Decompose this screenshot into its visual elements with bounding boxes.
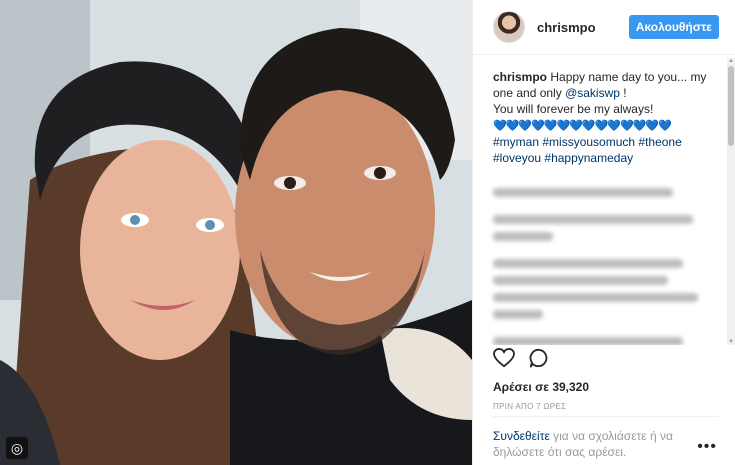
more-options-icon[interactable]: •••	[697, 438, 717, 456]
caption-text-end: !	[623, 86, 627, 100]
post-caption: chrismpo Happy name day to you... my one…	[493, 69, 721, 166]
scrollbar-thumb[interactable]	[728, 66, 734, 146]
photo-illustration	[0, 0, 472, 465]
hearts-emoji-row: 💙💙💙💙💙💙💙💙💙💙💙💙💙💙	[493, 120, 672, 132]
heart-icon[interactable]	[493, 348, 515, 368]
hashtag-link[interactable]: #theone	[638, 135, 681, 149]
post-photo[interactable]: ◎	[0, 0, 472, 465]
username-link[interactable]: chrismpo	[537, 20, 629, 35]
scroll-up-icon[interactable]: ▲	[727, 58, 735, 64]
mention-link[interactable]: @sakiswp	[565, 86, 620, 100]
likes-count[interactable]: Αρέσει σε 39,320	[493, 380, 589, 394]
comments-scrollbar[interactable]: ▲ ▼	[727, 58, 735, 345]
login-link[interactable]: Συνδεθείτε	[493, 429, 550, 443]
caption-username[interactable]: chrismpo	[493, 70, 547, 84]
hashtag-link[interactable]: #happynameday	[544, 151, 633, 165]
instagram-icon: ◎	[6, 437, 28, 459]
hashtag-link[interactable]: #loveyou	[493, 151, 541, 165]
comment-icon[interactable]	[529, 348, 549, 368]
hashtag-link[interactable]: #missyousomuch	[542, 135, 635, 149]
comments-section: chrismpo Happy name day to you... my one…	[473, 55, 735, 345]
scroll-down-icon[interactable]: ▼	[727, 339, 735, 345]
follow-button[interactable]: Ακολουθήστε	[628, 15, 719, 39]
blurred-comments	[493, 188, 721, 345]
post-timestamp: ΠΡΙΝ ΑΠΟ 7 ΩΡΕΣ	[493, 402, 567, 411]
caption-line-2: You will forever be my always!	[493, 102, 654, 116]
post-actions	[493, 348, 549, 368]
post-side-panel: chrismpo Ακολουθήστε chrismpo Happy name…	[472, 0, 735, 465]
post-header: chrismpo Ακολουθήστε	[473, 0, 735, 55]
hashtag-link[interactable]: #myman	[493, 135, 539, 149]
login-prompt: Συνδεθείτε για να σχολιάσετε ή να δηλώσε…	[493, 428, 683, 460]
avatar[interactable]	[493, 11, 525, 43]
divider	[493, 416, 719, 417]
